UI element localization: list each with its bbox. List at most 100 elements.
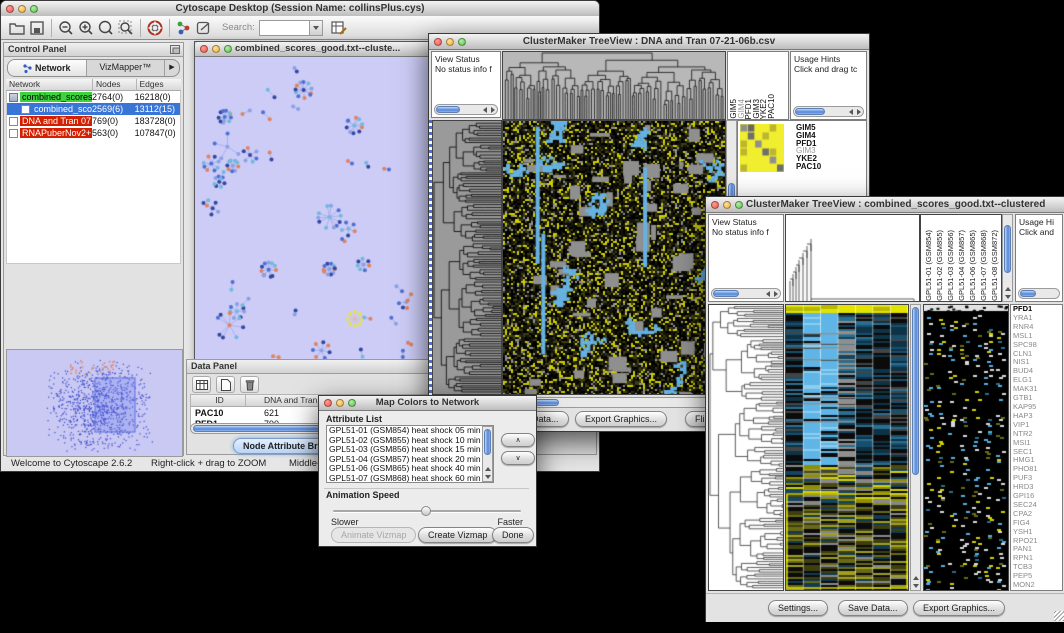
tv1-row-labels[interactable]: GIM5GIM4PFD1GIM3YKE2PAC10 <box>796 124 821 171</box>
birdseye-view-canvas[interactable] <box>7 350 182 456</box>
col-edges[interactable]: Edges <box>137 79 182 90</box>
move-down-button[interactable]: ∨ <box>501 451 535 465</box>
select-attributes-button[interactable] <box>192 376 211 393</box>
export-graphics-button[interactable]: Export Graphics... <box>913 600 1005 616</box>
minimize-icon[interactable] <box>18 5 26 13</box>
export-graphics-button[interactable]: Export Graphics... <box>575 411 667 427</box>
tv2-gene-list[interactable]: PFD1YRA1RNR4MSL1SPC98CLN1NIS1BUD4ELG1MAK… <box>1010 304 1063 591</box>
close-icon[interactable] <box>200 45 208 53</box>
correlation-matrix-canvas[interactable] <box>740 124 784 172</box>
tv1-row-dendrogram[interactable] <box>432 120 502 395</box>
tv2-heatmap[interactable] <box>785 304 909 591</box>
zoom-window-icon[interactable] <box>30 5 38 13</box>
scroll-up-icon[interactable] <box>913 576 919 580</box>
save-session-button[interactable] <box>27 18 47 38</box>
close-icon[interactable] <box>6 5 14 13</box>
heatmap-column-label[interactable]: GPL51-06 (GSM865) <box>967 230 978 301</box>
zoom-window-icon[interactable] <box>224 45 232 53</box>
zoom-out-button[interactable] <box>56 18 76 38</box>
view-status-hscrollbar[interactable] <box>434 104 498 115</box>
minimize-icon[interactable] <box>446 38 454 46</box>
new-attribute-button[interactable] <box>216 376 235 393</box>
create-vizmap-button[interactable]: Create Vizmap <box>418 527 497 543</box>
network-row[interactable]: combined_scores2764(0)16218(0) <box>7 91 180 103</box>
treeview2-titlebar[interactable]: ClusterMaker TreeView : combined_scores_… <box>706 197 1064 213</box>
attribute-list-vscrollbar[interactable] <box>482 426 493 482</box>
tv2-secondary-heatmap[interactable] <box>923 304 1009 591</box>
tv2-row-dendrogram[interactable] <box>708 304 784 591</box>
zoom-in-button[interactable] <box>76 18 96 38</box>
minimize-icon[interactable] <box>723 201 731 209</box>
zoom-fit-button[interactable] <box>116 18 136 38</box>
tv1-column-labels[interactable]: GIM5GIM4PFD1GIM3YKE2PAC10 <box>727 51 789 120</box>
settings-button[interactable]: Settings... <box>768 600 828 616</box>
scroll-down-icon[interactable] <box>913 584 919 588</box>
open-session-button[interactable] <box>7 18 27 38</box>
network-row[interactable]: combined_sco2569(6)13112(15) <box>7 103 180 115</box>
col-nodes[interactable]: Nodes <box>93 79 137 90</box>
network-view-canvas[interactable] <box>195 57 430 366</box>
view-status-hscrollbar[interactable] <box>711 288 781 299</box>
scroll-left-icon[interactable] <box>766 291 770 297</box>
close-icon[interactable] <box>324 399 332 407</box>
heatmap-row-label[interactable]: PAC10 <box>796 163 821 171</box>
more-tabs-button[interactable]: ▶ <box>165 60 179 76</box>
network-row[interactable]: DNA and Tran 07769(0)183728(0) <box>7 115 180 127</box>
dialog-titlebar[interactable]: Map Colors to Network <box>319 396 536 411</box>
usage-hints-hscrollbar[interactable] <box>1018 288 1060 299</box>
scroll-up-icon[interactable] <box>1005 287 1011 291</box>
resize-grip[interactable] <box>1054 611 1064 621</box>
scroll-down-icon[interactable] <box>485 475 491 479</box>
tv2-labels-vscrollbar[interactable] <box>1002 214 1013 302</box>
scroll-right-icon[interactable] <box>774 291 778 297</box>
save-data-button[interactable]: Save Data... <box>838 600 908 616</box>
tv1-heatmap[interactable] <box>502 120 726 395</box>
scroll-left-icon[interactable] <box>483 107 487 113</box>
scroll-up-icon[interactable] <box>485 467 491 471</box>
heatmap-column-label[interactable]: PAC10 <box>768 94 776 119</box>
move-up-button[interactable]: ∧ <box>501 433 535 447</box>
help-lifering-icon[interactable] <box>145 18 165 38</box>
tab-vizmapper[interactable]: VizMapper™ <box>87 60 166 76</box>
col-id[interactable]: ID <box>191 395 246 406</box>
scroll-right-icon[interactable] <box>857 109 861 115</box>
minimize-icon[interactable] <box>212 45 220 53</box>
treeview1-titlebar[interactable]: ClusterMaker TreeView : DNA and Tran 07-… <box>429 34 869 50</box>
table-import-button[interactable] <box>329 18 349 38</box>
tv2-column-labels[interactable]: GPL51-01 (GSM854)GPL51-02 (GSM855)GPL51-… <box>920 214 1002 302</box>
scroll-left-icon[interactable] <box>849 109 853 115</box>
close-icon[interactable] <box>434 38 442 46</box>
delete-attribute-button[interactable] <box>240 376 259 393</box>
heatmap-column-label[interactable]: GPL51-04 (GSM857) <box>956 230 967 301</box>
slider-thumb[interactable] <box>421 506 431 516</box>
animation-speed-slider[interactable] <box>333 506 521 516</box>
minimize-icon[interactable] <box>336 399 344 407</box>
gene-label[interactable]: MON2 <box>1011 581 1062 590</box>
scroll-right-icon[interactable] <box>491 107 495 113</box>
usage-hints-hscrollbar[interactable] <box>793 106 864 117</box>
close-icon[interactable] <box>711 201 719 209</box>
tab-network[interactable]: Network <box>8 60 87 76</box>
main-titlebar[interactable]: Cytoscape Desktop (Session Name: collins… <box>1 1 599 17</box>
network-window-1-titlebar[interactable]: combined_scores_good.txt--cluste... <box>195 42 432 57</box>
attribute-list-item[interactable]: GPL51-07 (GSM868) heat shock 60 min <box>327 474 493 483</box>
zoom-selected-button[interactable] <box>96 18 116 38</box>
zoom-window-icon[interactable] <box>735 201 743 209</box>
tv2-column-dendrogram[interactable] <box>785 214 920 302</box>
tv1-column-dendrogram[interactable] <box>502 51 726 120</box>
animate-vizmap-button[interactable]: Animate Vizmap <box>331 527 416 543</box>
heatmap-column-label[interactable]: GPL51-03 (GSM856) <box>945 230 956 301</box>
window-controls[interactable] <box>6 5 38 13</box>
zoom-window-icon[interactable] <box>348 399 356 407</box>
attribute-list[interactable]: GPL51-01 (GSM854) heat shock 05 minGPL51… <box>326 425 494 483</box>
search-dropdown-button[interactable] <box>309 21 322 35</box>
search-combobox[interactable] <box>259 20 323 36</box>
heatmap-column-label[interactable]: GPL51-08 (GSM872) <box>989 230 1000 301</box>
zoom-window-icon[interactable] <box>458 38 466 46</box>
float-panel-icon[interactable] <box>170 45 180 58</box>
annotation-button[interactable] <box>194 18 214 38</box>
network-row[interactable]: RNAPuberNov2+563(0)107847(0) <box>7 127 180 139</box>
col-network[interactable]: Network <box>6 79 93 90</box>
tv2-heatmap-vscrollbar[interactable] <box>910 304 921 591</box>
heatmap-column-label[interactable]: GPL51-02 (GSM855) <box>934 230 945 301</box>
